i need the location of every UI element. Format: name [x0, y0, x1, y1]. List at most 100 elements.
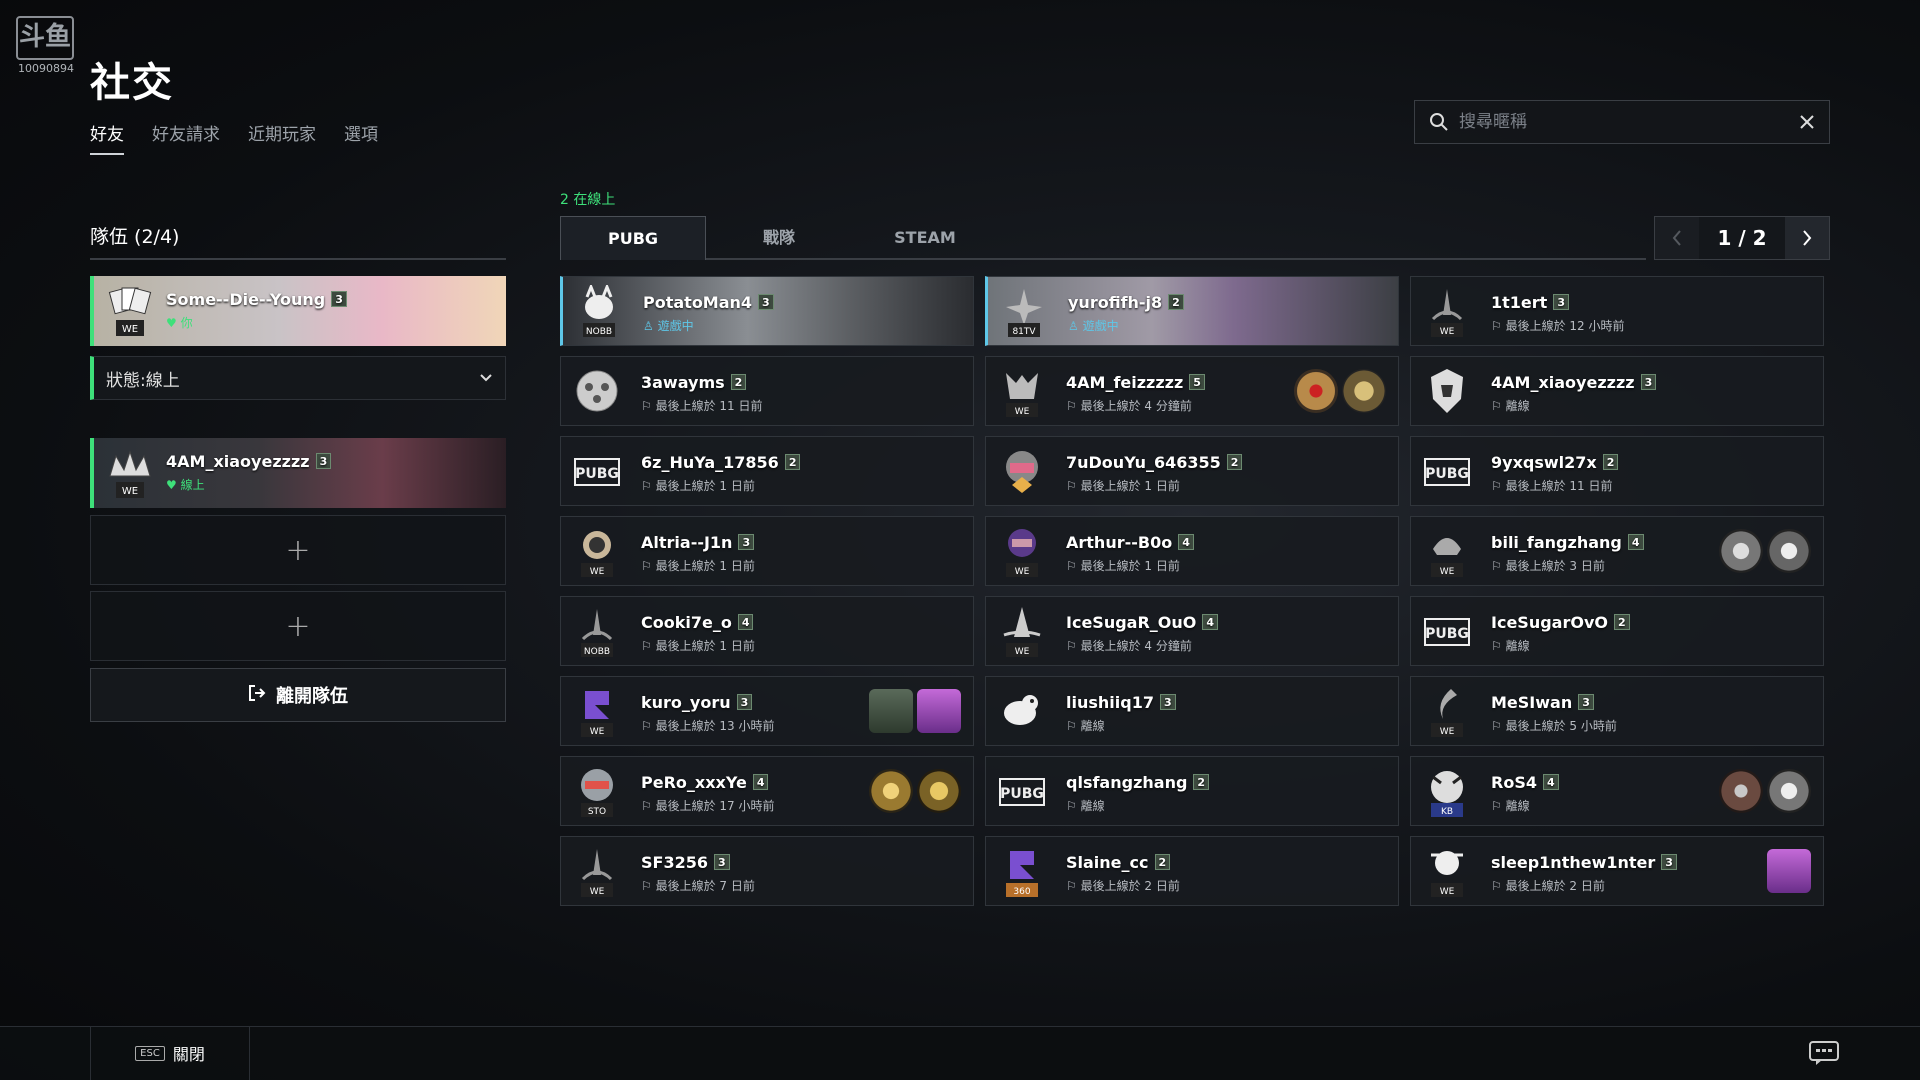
- badges: [1294, 369, 1386, 413]
- status-icon: ♙: [1068, 319, 1083, 333]
- friend-card[interactable]: WE MeSIwan 3 ⚐ 最後上線於 5 小時前: [1410, 676, 1824, 746]
- status-icon: ⚐: [641, 799, 656, 813]
- level-badge: 2: [784, 454, 801, 470]
- badges: [869, 689, 961, 733]
- tab-friends[interactable]: 好友: [90, 120, 124, 155]
- friend-card[interactable]: NOBB PotatoMan4 3 ♙ 遊戲中: [560, 276, 974, 346]
- search-input[interactable]: [1459, 112, 1799, 132]
- friend-card[interactable]: PUBG 9yxqswl27x 2 ⚐ 最後上線於 11 日前: [1410, 436, 1824, 506]
- avatar-tag: WE: [590, 887, 605, 897]
- avatar-tag: WE: [1015, 567, 1030, 577]
- wings-badge-icon: [1342, 369, 1386, 413]
- friend-name: MeSIwan 3: [1491, 693, 1594, 712]
- friend-name: bili_fangzhang 4: [1491, 533, 1644, 552]
- tab-recent-players[interactable]: 近期玩家: [248, 120, 316, 155]
- tab-steam[interactable]: STEAM: [852, 216, 998, 260]
- clear-icon[interactable]: [1799, 114, 1815, 130]
- tab-clan[interactable]: 戰隊: [706, 216, 852, 260]
- level-badge: 3: [713, 854, 730, 870]
- empty-party-slot[interactable]: +: [90, 591, 506, 661]
- friend-status: ⚐ 最後上線於 1 日前: [1066, 479, 1180, 493]
- avatar-tag: WE: [1440, 567, 1455, 577]
- tab-friend-requests[interactable]: 好友請求: [152, 120, 220, 155]
- friend-card[interactable]: WE bili_fangzhang 4 ⚐ 最後上線於 3 日前: [1410, 516, 1824, 586]
- badges: [869, 769, 961, 813]
- friend-status: ⚐ 最後上線於 11 日前: [641, 399, 763, 413]
- friend-name: PeRo_xxxYe 4: [641, 773, 769, 792]
- status-select[interactable]: 狀態:線上: [90, 356, 506, 400]
- skull-badge-icon: [1767, 529, 1811, 573]
- friend-card[interactable]: 81TV yurofifh-j8 2 ♙ 遊戲中: [985, 276, 1399, 346]
- heart-icon: ♥: [166, 316, 181, 330]
- friend-name: Cooki7e_o 4: [641, 613, 754, 632]
- friend-card[interactable]: 7uDouYu_646355 2 ⚐ 最後上線於 1 日前: [985, 436, 1399, 506]
- friend-name: IceSugaR_OuO 4: [1066, 613, 1219, 632]
- friend-card[interactable]: WE sleep1nthew1nter 3 ⚐ 最後上線於 2 日前: [1410, 836, 1824, 906]
- friend-status: ⚐ 最後上線於 11 日前: [1491, 479, 1613, 493]
- friend-card[interactable]: liushiiq17 3 ⚐ 離線: [985, 676, 1399, 746]
- divider: [90, 258, 506, 260]
- status-icon: ⚐: [1066, 559, 1081, 573]
- close-button[interactable]: ESC 關閉: [90, 1026, 250, 1080]
- party-member-self[interactable]: WE Some--Die--Young 3 ♥ 你: [90, 276, 506, 346]
- status-icon: ⚐: [1491, 719, 1506, 733]
- friend-status: ⚐ 最後上線於 12 小時前: [1491, 319, 1625, 333]
- friend-card[interactable]: WE kuro_yoru 3 ⚐ 最後上線於 13 小時前: [560, 676, 974, 746]
- level-badge: 2: [1154, 854, 1171, 870]
- avatar-tag: WE: [1015, 407, 1030, 417]
- chevron-left-icon: [1672, 230, 1681, 246]
- avatar-tag: WE: [590, 727, 605, 737]
- avatar-tag: WE: [1440, 887, 1455, 897]
- member-name: 4AM_xiaoyezzzz 3: [166, 452, 332, 471]
- avatar: WE: [104, 284, 156, 340]
- pubg-logo: PUBG: [575, 466, 619, 482]
- avatar: WE: [571, 685, 623, 739]
- friend-card[interactable]: 3awayms 2 ⚐ 最後上線於 11 日前: [560, 356, 974, 426]
- status-icon: ♙: [643, 319, 658, 333]
- friend-card[interactable]: WE Altria--J1n 3 ⚐ 最後上線於 1 日前: [560, 516, 974, 586]
- status-icon: ⚐: [1491, 879, 1506, 893]
- friend-card[interactable]: 4AM_xiaoyezzzz 3 ⚐ 離線: [1410, 356, 1824, 426]
- tab-options[interactable]: 選項: [344, 120, 378, 155]
- chat-icon[interactable]: [1808, 1040, 1840, 1066]
- friend-card[interactable]: 360 Slaine_cc 2 ⚐ 最後上線於 2 日前: [985, 836, 1399, 906]
- friend-card[interactable]: PUBG 6z_HuYa_17856 2 ⚐ 最後上線於 1 日前: [560, 436, 974, 506]
- status-icon: ⚐: [1491, 639, 1506, 653]
- crossed-guns-badge-icon: [1719, 769, 1763, 813]
- member-name: Some--Die--Young 3: [166, 290, 347, 309]
- level-badge: 2: [730, 374, 747, 390]
- status-icon: ⚐: [641, 559, 656, 573]
- friend-card[interactable]: WE Arthur--B0o 4 ⚐ 最後上線於 1 日前: [985, 516, 1399, 586]
- friend-card[interactable]: WE 4AM_feizzzzz 5 ⚐ 最後上線於 4 分鐘前: [985, 356, 1399, 426]
- party-member-2[interactable]: WE 4AM_xiaoyezzzz 3 ♥ 線上: [90, 438, 506, 508]
- avatar: 360: [996, 845, 1048, 899]
- friend-name: SF3256 3: [641, 853, 730, 872]
- status-icon: ⚐: [1066, 639, 1081, 653]
- friend-name: 7uDouYu_646355 2: [1066, 453, 1243, 472]
- pubg-logo: PUBG: [1425, 466, 1469, 482]
- friend-name: 3awayms 2: [641, 373, 747, 392]
- avatar: WE: [571, 525, 623, 579]
- friend-card[interactable]: STO PeRo_xxxYe 4 ⚐ 最後上線於 17 小時前: [560, 756, 974, 826]
- status-icon: ⚐: [1066, 399, 1081, 413]
- friend-card[interactable]: KB RoS4 4 ⚐ 離線: [1410, 756, 1824, 826]
- leave-party-button[interactable]: 離開隊伍: [90, 668, 506, 722]
- friend-card[interactable]: PUBG qlsfangzhang 2 ⚐ 離線: [985, 756, 1399, 826]
- friend-card[interactable]: WE IceSugaR_OuO 4 ⚐ 最後上線於 4 分鐘前: [985, 596, 1399, 666]
- status-icon: ⚐: [1491, 399, 1506, 413]
- friend-status: ⚐ 離線: [1491, 799, 1530, 813]
- avatar: WE: [571, 845, 623, 899]
- empty-party-slot[interactable]: +: [90, 515, 506, 585]
- friend-card[interactable]: NOBB Cooki7e_o 4 ⚐ 最後上線於 1 日前: [560, 596, 974, 666]
- status-icon: ⚐: [1491, 319, 1506, 333]
- next-page-button[interactable]: [1785, 217, 1829, 259]
- avatar: WE: [1421, 685, 1473, 739]
- avatar: WE: [104, 446, 156, 502]
- friend-card[interactable]: PUBG IceSugarOvO 2 ⚐ 離線: [1410, 596, 1824, 666]
- friend-card[interactable]: WE 1t1ert 3 ⚐ 最後上線於 12 小時前: [1410, 276, 1824, 346]
- prev-page-button[interactable]: [1655, 217, 1699, 259]
- friend-card[interactable]: WE SF3256 3 ⚐ 最後上線於 7 日前: [560, 836, 974, 906]
- tab-pubg[interactable]: PUBG: [560, 216, 706, 260]
- level-badge: 4: [1542, 774, 1559, 790]
- douyu-logo: 斗鱼: [16, 16, 74, 60]
